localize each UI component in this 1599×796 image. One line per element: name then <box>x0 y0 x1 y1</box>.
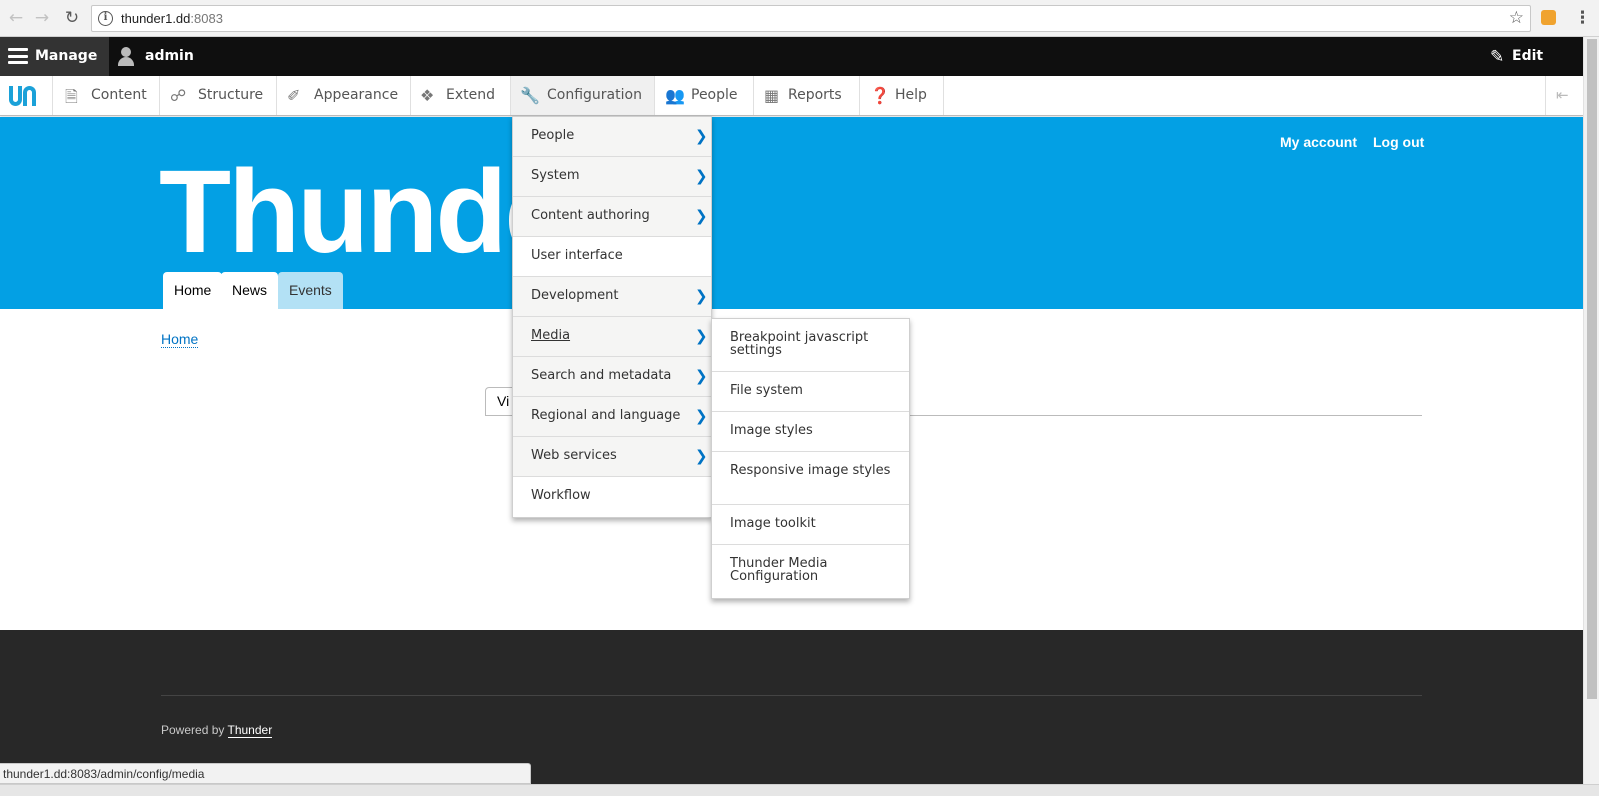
thunder-logo-icon <box>9 86 41 106</box>
bookmark-star-icon[interactable]: ☆ <box>1509 8 1524 28</box>
forward-icon[interactable]: → <box>32 8 52 28</box>
toolbar-item-appearance[interactable]: ✐ Appearance <box>277 76 411 115</box>
toolbar-orientation-button[interactable]: ⇤ <box>1545 76 1583 115</box>
edit-button[interactable]: Edit <box>1512 48 1543 64</box>
bar-chart-icon: ▦ <box>764 86 780 105</box>
wrench-icon: 🔧 <box>520 86 540 105</box>
manage-label: Manage <box>35 48 98 64</box>
toolbar-item-extend[interactable]: ❖ Extend <box>411 76 511 115</box>
breadcrumb-home[interactable]: Home <box>161 331 199 348</box>
reload-icon[interactable]: ↻ <box>62 8 82 28</box>
url-text: thunder1.dd:8083 <box>121 11 223 26</box>
config-menu-item-search-and-metadata[interactable]: Search and metadata ❯ <box>513 357 711 397</box>
collapse-arrow-icon: ⇤ <box>1556 86 1569 104</box>
user-icon <box>117 47 135 67</box>
chevron-right-icon: ❯ <box>695 287 708 305</box>
admin-toolbar-tray: 🗎 Content ☍ Structure ✐ Appearance ❖ Ext… <box>0 76 1583 116</box>
hamburger-icon <box>8 48 28 64</box>
chevron-right-icon: ❯ <box>695 367 708 385</box>
media-menu-item-thunder-media-config[interactable]: Thunder Media Configuration <box>712 545 909 598</box>
tab-events[interactable]: Events <box>278 272 343 309</box>
config-menu-item-people[interactable]: People ❯ <box>513 117 711 157</box>
status-url-bubble: thunder1.dd:8083/admin/config/media <box>0 763 531 784</box>
toolbar-item-configuration[interactable]: 🔧 Configuration <box>511 76 655 115</box>
config-menu-item-media[interactable]: Media ❯ <box>513 317 711 357</box>
people-icon: 👥 <box>665 86 685 105</box>
media-menu-item-responsive-image-styles[interactable]: Responsive image styles <box>712 452 909 505</box>
config-menu-item-user-interface[interactable]: User interface <box>513 237 711 277</box>
footer-divider <box>161 695 1422 696</box>
tab-home[interactable]: Home <box>163 272 223 309</box>
media-menu-item-file-system[interactable]: File system <box>712 372 909 412</box>
address-bar[interactable]: i thunder1.dd:8083 ☆ <box>91 5 1531 32</box>
sitemap-icon: ☍ <box>170 86 187 105</box>
chevron-right-icon: ❯ <box>695 447 708 465</box>
config-menu-item-regional-and-language[interactable]: Regional and language ❯ <box>513 397 711 437</box>
config-menu-item-development[interactable]: Development ❯ <box>513 277 711 317</box>
chevron-right-icon: ❯ <box>695 127 708 145</box>
document-icon: 🗎 <box>65 87 78 106</box>
toolbar-item-structure[interactable]: ☍ Structure <box>160 76 277 115</box>
info-icon[interactable]: i <box>98 11 113 26</box>
toolbar-item-people[interactable]: 👥 People <box>655 76 754 115</box>
page-scrollbar[interactable] <box>1583 37 1599 784</box>
user-label: admin <box>145 48 194 64</box>
help-icon: ❓ <box>870 86 890 105</box>
configuration-menu: People ❯ System ❯ Content authoring ❯ User … <box>512 116 712 518</box>
admin-toolbar-bar: Manage admin ✎ Edit <box>0 37 1583 76</box>
config-menu-item-content-authoring[interactable]: Content authoring ❯ <box>513 197 711 237</box>
manage-tab[interactable]: Manage <box>0 37 109 76</box>
chevron-right-icon: ❯ <box>695 207 708 225</box>
media-menu-item-breakpoint[interactable]: Breakpoint javascript settings <box>712 319 909 372</box>
toolbar-item-content[interactable]: 🗎 Content <box>53 76 160 115</box>
media-menu-item-image-styles[interactable]: Image styles <box>712 412 909 452</box>
config-menu-item-workflow[interactable]: Workflow <box>513 477 711 517</box>
scroll-thumb[interactable] <box>1587 39 1597 699</box>
paintbrush-icon: ✐ <box>287 86 301 105</box>
pencil-icon[interactable]: ✎ <box>1490 47 1504 67</box>
my-account-link[interactable]: My account <box>1280 134 1357 150</box>
config-menu-item-system[interactable]: System ❯ <box>513 157 711 197</box>
chevron-right-icon: ❯ <box>695 327 708 345</box>
browser-chrome: ← → ↻ i thunder1.dd:8083 ☆ ⋮ <box>0 0 1599 37</box>
toolbar-item-help[interactable]: ❓ Help <box>860 76 944 115</box>
thunder-logo-link[interactable] <box>0 76 53 115</box>
toolbar-item-reports[interactable]: ▦ Reports <box>754 76 860 115</box>
chevron-right-icon: ❯ <box>695 167 708 185</box>
footer-credit: Powered by Thunder <box>161 723 273 738</box>
media-submenu: Breakpoint javascript settings File syst… <box>711 318 910 599</box>
chevron-right-icon: ❯ <box>695 407 708 425</box>
tab-news[interactable]: News <box>221 272 279 309</box>
media-menu-item-image-toolkit[interactable]: Image toolkit <box>712 505 909 545</box>
bottom-bar <box>0 784 1599 796</box>
extension-icon[interactable] <box>1541 10 1556 25</box>
thunder-footer-link[interactable]: Thunder <box>227 723 273 738</box>
back-icon[interactable]: ← <box>6 8 26 28</box>
puzzle-icon: ❖ <box>420 86 435 105</box>
browser-menu-icon[interactable]: ⋮ <box>1574 7 1591 29</box>
config-menu-item-web-services[interactable]: Web services ❯ <box>513 437 711 477</box>
log-out-link[interactable]: Log out <box>1373 134 1424 150</box>
